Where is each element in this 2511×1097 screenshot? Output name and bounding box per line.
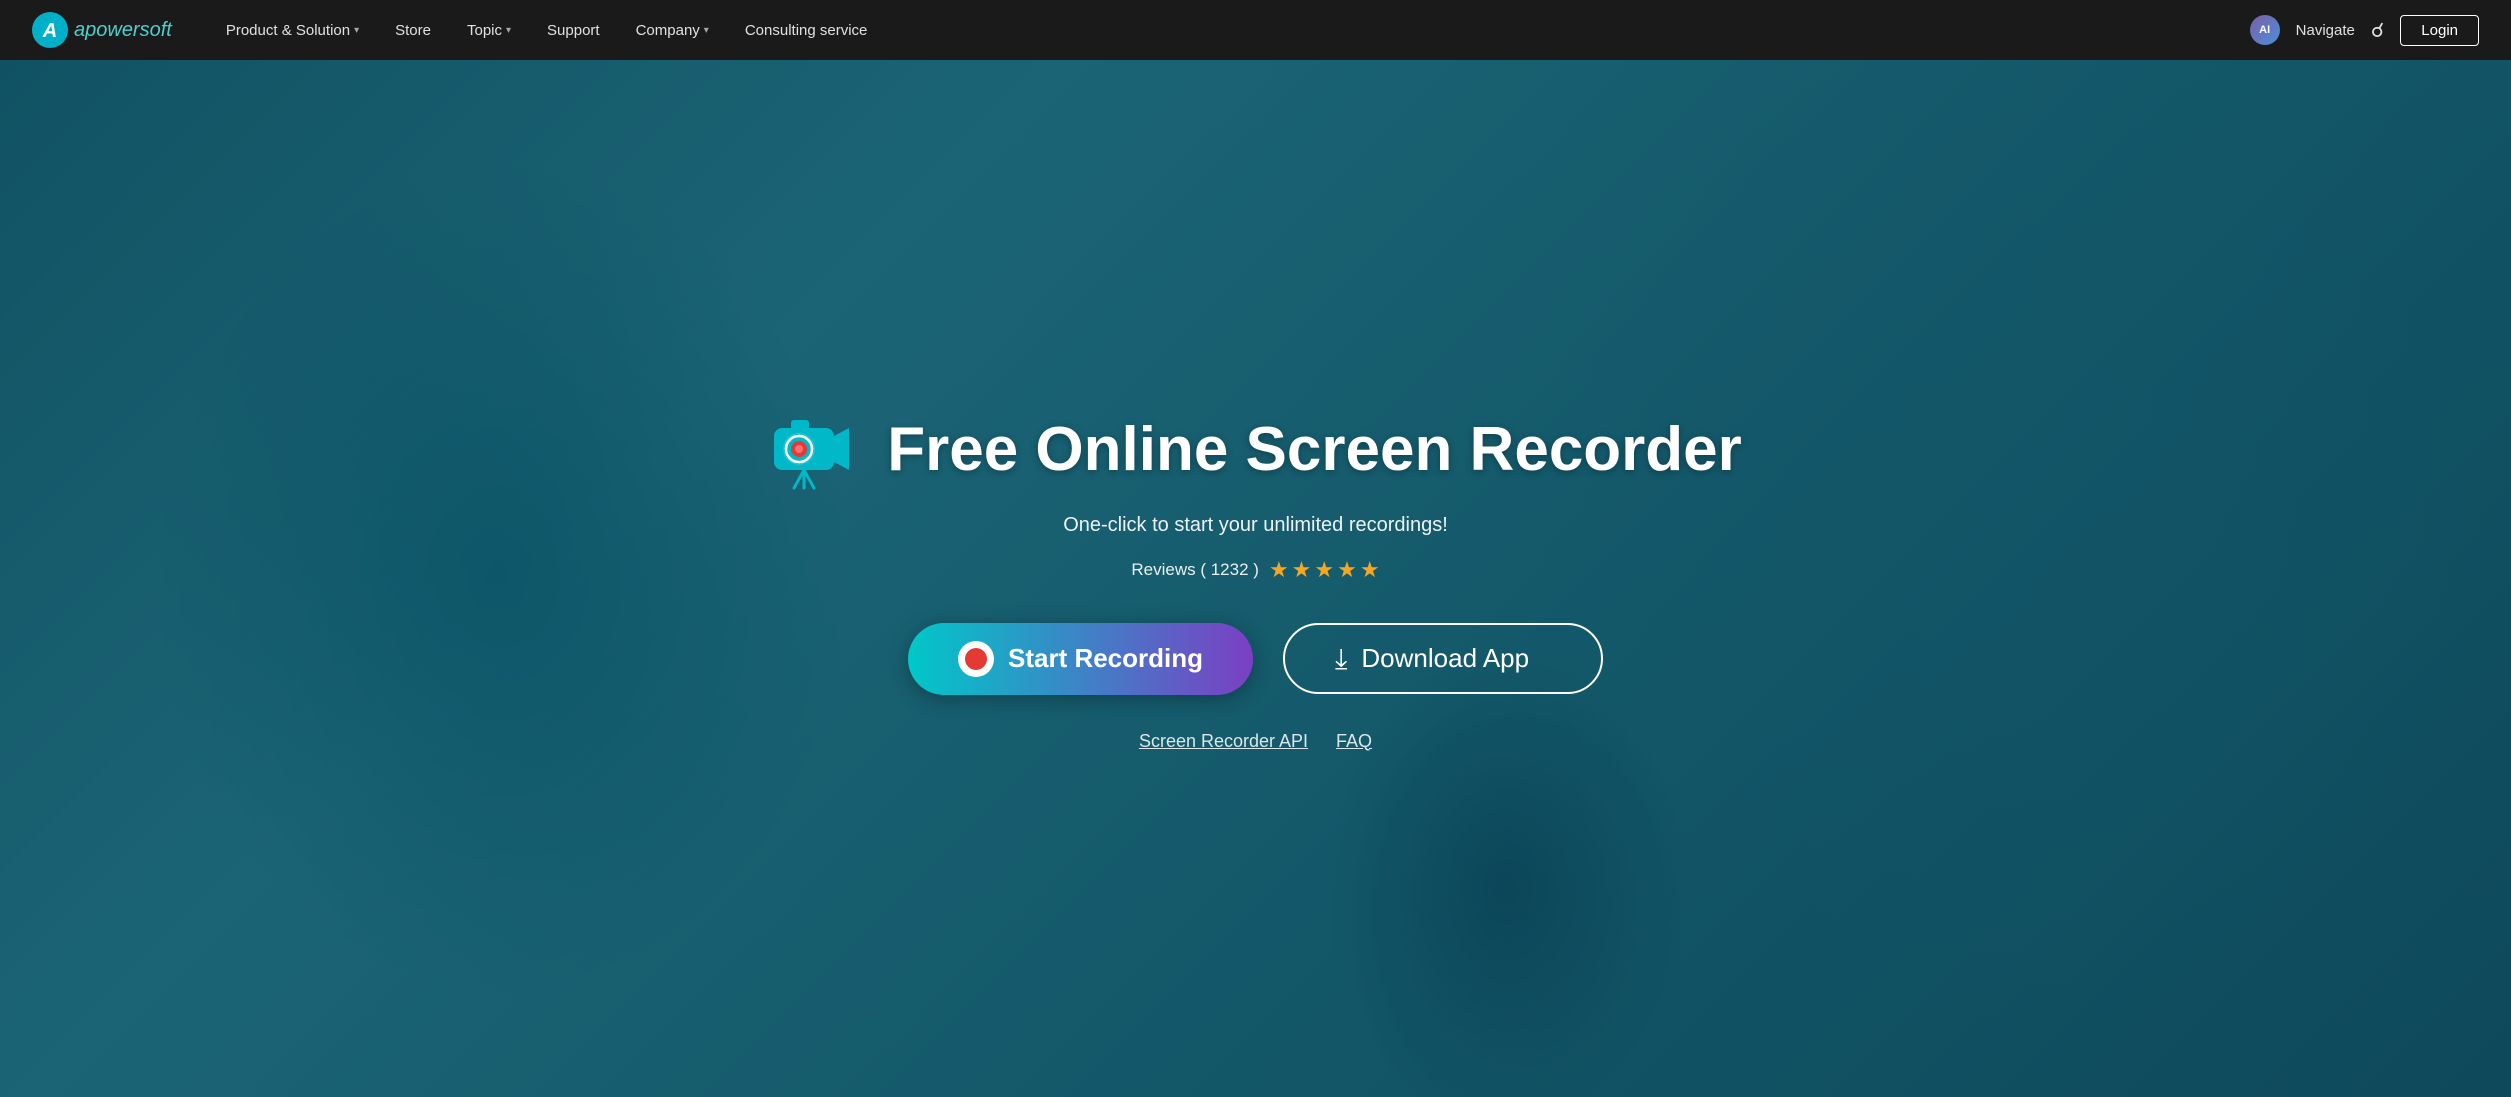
chevron-down-icon: ▾ [704,25,709,36]
nav-item-company[interactable]: Company ▾ [622,16,723,45]
hero-buttons: Start Recording ⤓ Download App [908,623,1603,695]
reviews-label: Reviews ( 1232 ) [1131,560,1259,580]
hero-title: Free Online Screen Recorder [887,416,1742,484]
start-recording-button[interactable]: Start Recording [908,623,1253,695]
navigate-label[interactable]: Navigate [2296,22,2355,39]
nav-item-topic[interactable]: Topic ▾ [453,16,525,45]
ai-badge: AI [2250,15,2280,45]
download-app-label: Download App [1361,643,1529,674]
screen-recorder-api-link[interactable]: Screen Recorder API [1139,731,1308,752]
download-app-button[interactable]: ⤓ Download App [1283,623,1603,694]
hero-reviews: Reviews ( 1232 ) ★ ★ ★ ★ ★ [1131,557,1379,583]
faq-link[interactable]: FAQ [1336,731,1372,752]
nav-item-support[interactable]: Support [533,16,614,45]
nav-item-store[interactable]: Store [381,16,445,45]
login-button[interactable]: Login [2400,15,2479,46]
chevron-down-icon: ▾ [506,25,511,36]
star-1: ★ [1269,557,1289,583]
start-recording-label: Start Recording [1008,643,1203,674]
nav-right: AI Navigate ☌ Login [2250,15,2479,46]
nav-item-product[interactable]: Product & Solution ▾ [212,16,373,45]
svg-text:A: A [42,20,57,42]
hero-title-row: Free Online Screen Recorder [769,406,1742,496]
star-2: ★ [1292,557,1312,583]
nav-items: Product & Solution ▾ Store Topic ▾ Suppo… [212,16,2250,45]
search-icon[interactable]: ☌ [2371,18,2384,43]
navbar: A apowersoft Product & Solution ▾ Store … [0,0,2511,60]
hero-content: Free Online Screen Recorder One-click to… [749,366,1762,792]
hero-section: Free Online Screen Recorder One-click to… [0,60,2511,1097]
download-icon: ⤓ [1335,645,1347,673]
chevron-down-icon: ▾ [354,25,359,36]
star-3: ★ [1314,557,1334,583]
star-rating: ★ ★ ★ ★ ★ [1269,557,1380,583]
nav-item-consulting[interactable]: Consulting service [731,16,882,45]
record-dot-inner [965,648,987,670]
hero-links: Screen Recorder API FAQ [1139,731,1372,752]
star-4: ★ [1337,557,1357,583]
logo-icon: A [32,12,68,48]
hero-subtitle: One-click to start your unlimited record… [1063,514,1448,537]
record-dot-icon [958,641,994,677]
camera-icon [769,406,859,496]
logo-text: apowersoft [74,19,172,42]
star-5: ★ [1360,557,1380,583]
logo[interactable]: A apowersoft [32,12,172,48]
